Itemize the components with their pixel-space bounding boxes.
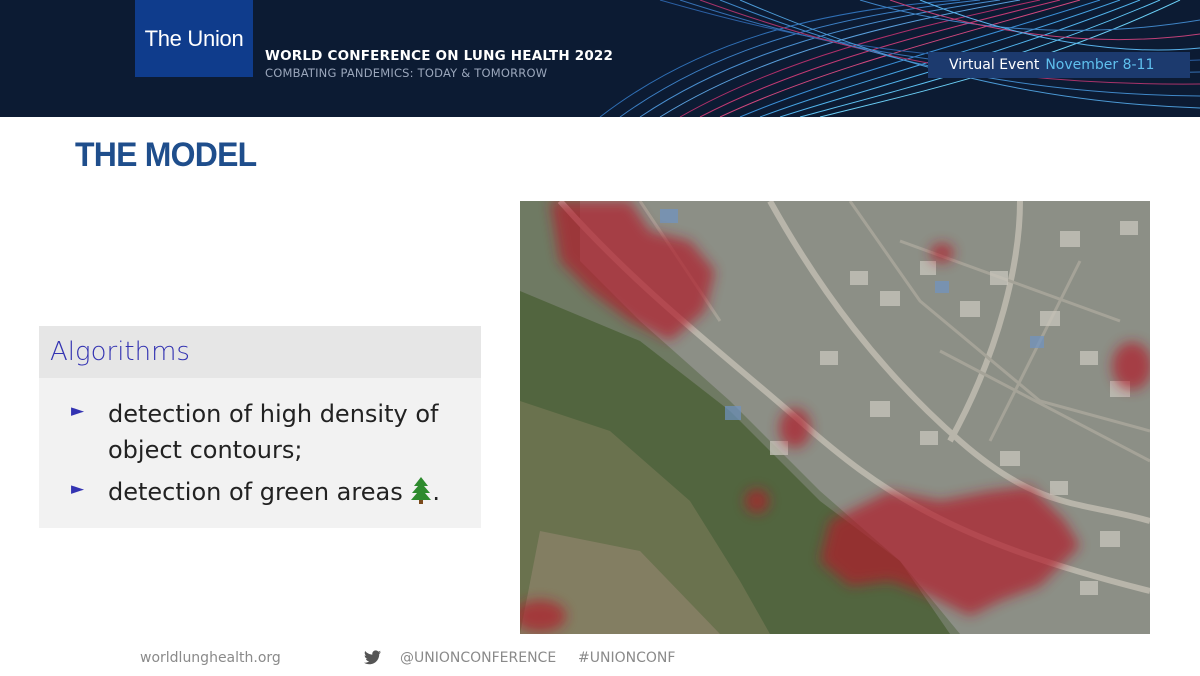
evergreen-tree-icon (411, 477, 432, 504)
union-logo-text: The Union (144, 25, 244, 51)
list-item-text: detection of high density of object cont… (108, 400, 439, 464)
conference-subtitle: COMBATING PANDEMICS: TODAY & TOMORROW (265, 66, 548, 80)
list-item: ► detection of green areas . (71, 474, 481, 510)
algorithms-list: ► detection of high density of object co… (39, 378, 481, 510)
event-dates: November 8-11 (1045, 57, 1155, 73)
union-logo: The Union (135, 0, 253, 77)
footer-website-link[interactable]: worldlunghealth.org (140, 650, 281, 666)
twitter-icon (364, 650, 381, 665)
virtual-event-badge: Virtual Event November 8-11 (928, 52, 1190, 78)
list-item: ► detection of high density of object co… (71, 396, 481, 468)
slide-title: THE MODEL (75, 136, 257, 174)
algorithms-header: Algorithms (39, 326, 481, 378)
algorithms-block: Algorithms ► detection of high density o… (39, 326, 481, 528)
satellite-heatmap-image (520, 201, 1150, 634)
list-item-text: detection of green areas . (108, 474, 440, 510)
conference-banner: The Union WORLD CONFERENCE ON LUNG HEALT… (0, 0, 1200, 117)
list-item-suffix: . (432, 478, 440, 506)
footer-hashtag[interactable]: #UNIONCONF (578, 650, 675, 666)
algorithms-heading: Algorithms (50, 337, 190, 367)
footer-twitter-handle[interactable]: @UNIONCONFERENCE (400, 650, 556, 666)
conference-title: WORLD CONFERENCE ON LUNG HEALTH 2022 (265, 48, 614, 64)
list-item-label: detection of green areas (108, 478, 403, 506)
bullet-arrow-icon: ► (71, 479, 85, 499)
bullet-arrow-icon: ► (71, 401, 85, 421)
event-label: Virtual Event (949, 57, 1040, 73)
